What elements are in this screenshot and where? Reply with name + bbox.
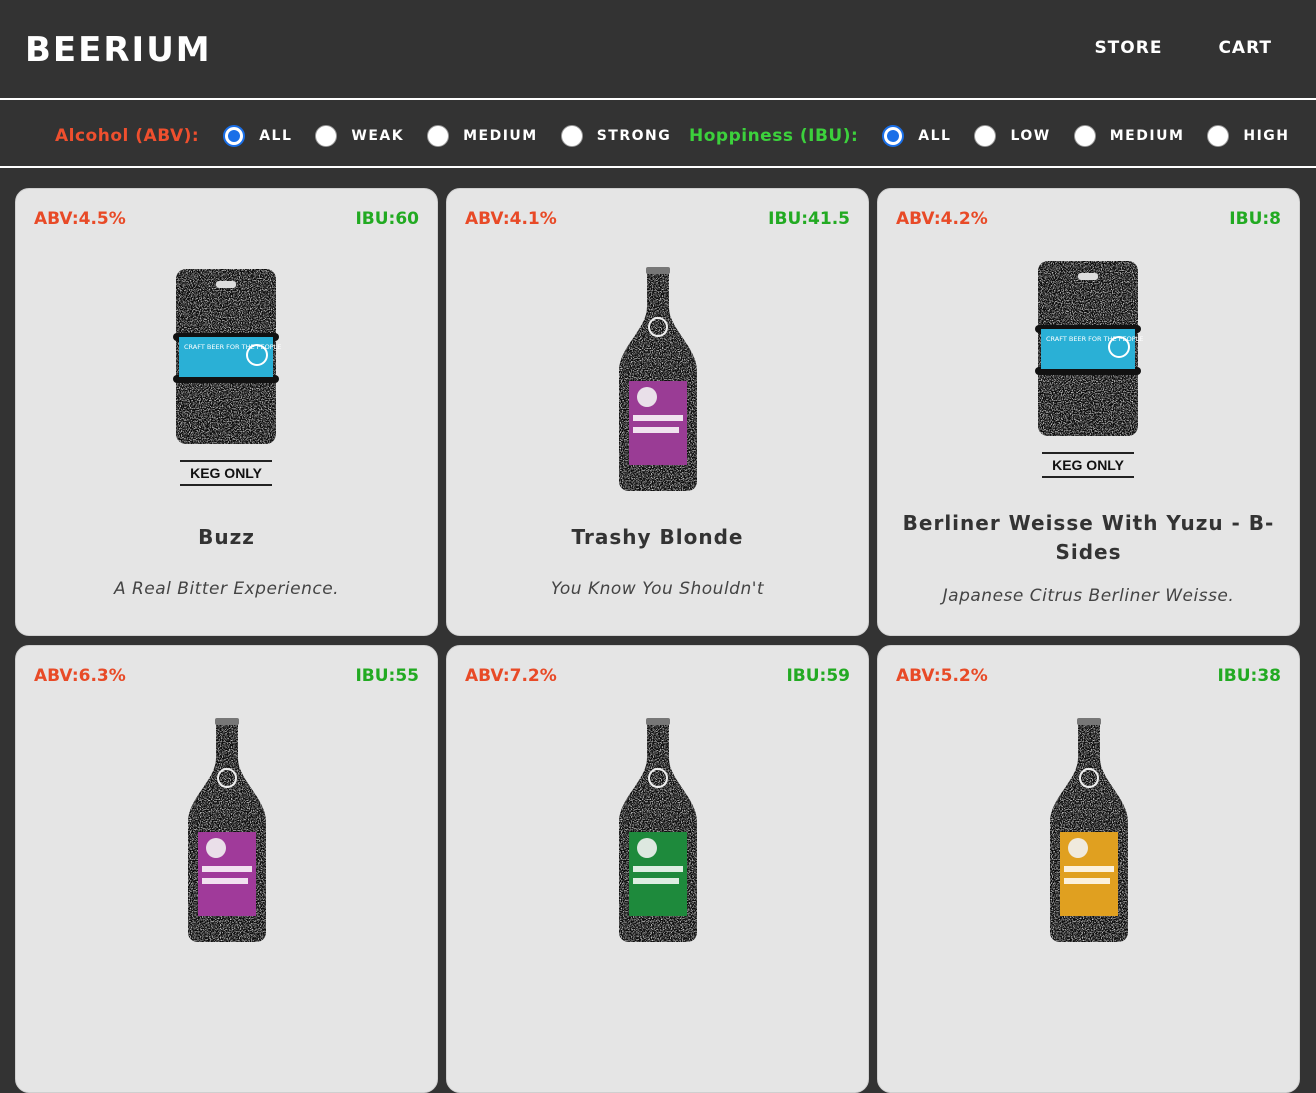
keg-label-text: CRAFT BEER FOR THE PEOPLE (184, 343, 281, 351)
beer-card[interactable]: ABV:7.2% IBU:59 (446, 645, 869, 1093)
ibu-option-medium[interactable]: MEDIUM (1073, 125, 1185, 147)
abv-value: ABV:6.3% (34, 666, 126, 686)
keg-only-text: KEG ONLY (1052, 457, 1124, 473)
site-header: BEERIUM STORE CART (0, 0, 1316, 100)
beer-card[interactable]: ABV:5.2% IBU:38 (877, 645, 1300, 1093)
ibu-value: IBU:38 (1217, 666, 1281, 686)
abv-option-medium[interactable]: MEDIUM (427, 125, 538, 147)
beer-card[interactable]: ABV:4.1% IBU:41.5 Trashy Blonde You Know Y… (446, 188, 869, 636)
radio-button[interactable] (974, 125, 997, 147)
option-label: LOW (1010, 128, 1051, 144)
ibu-filter-label: Hoppiness (IBU): (689, 126, 859, 146)
abv-filter-label: Alcohol (ABV): (55, 126, 200, 146)
beer-tagline: You Know You Shouldn't (550, 579, 765, 599)
option-label: ALL (259, 128, 293, 144)
radio-button[interactable] (427, 125, 450, 147)
ibu-value: IBU:8 (1229, 209, 1281, 229)
keg-label-text: CRAFT BEER FOR THE PEOPLE (1046, 335, 1143, 343)
ibu-option-high[interactable]: HIGH (1207, 125, 1289, 147)
nav-store-link[interactable]: STORE (1094, 38, 1162, 58)
beer-tagline: Japanese Citrus Berliner Weisse. (942, 586, 1235, 606)
beer-card[interactable]: ABV:4.5% IBU:60 CRAFT BEER FOR THE PEOPLE… (15, 188, 438, 636)
keg-icon: CRAFT BEER FOR THE PEOPLE KEG ONLY (173, 269, 281, 486)
radio-button[interactable] (560, 125, 583, 147)
beer-image (447, 255, 868, 495)
beer-name[interactable]: Trashy Blonde (467, 523, 848, 552)
option-label: HIGH (1243, 128, 1290, 144)
abv-filter-group: Alcohol (ABV): ALL WEAK MEDIUM STRONG (55, 122, 694, 150)
abv-value: ABV:7.2% (465, 666, 557, 686)
ibu-value: IBU:59 (786, 666, 850, 686)
option-label: ALL (918, 128, 952, 144)
beer-tagline: A Real Bitter Experience. (113, 579, 340, 599)
main-nav: STORE CART (1094, 38, 1272, 58)
filter-bar: Alcohol (ABV): ALL WEAK MEDIUM STRONG Ho… (0, 102, 1316, 168)
keg-icon: CRAFT BEER FOR THE PEOPLE KEG ONLY (1035, 261, 1143, 478)
abv-option-weak[interactable]: WEAK (315, 125, 404, 147)
beer-name[interactable]: Berliner Weisse With Yuzu - B-Sides (898, 509, 1279, 567)
ibu-value: IBU:55 (355, 666, 419, 686)
site-logo[interactable]: BEERIUM (25, 30, 212, 70)
ibu-filter-group: Hoppiness (IBU): ALL LOW MEDIUM HIGH (689, 122, 1313, 150)
abv-value: ABV:4.1% (465, 209, 557, 229)
beer-name[interactable]: Buzz (36, 523, 417, 552)
option-label: WEAK (351, 128, 405, 144)
bottle-icon (1050, 718, 1128, 942)
beer-image: CRAFT BEER FOR THE PEOPLE KEG ONLY (16, 255, 437, 495)
beer-image: CRAFT BEER FOR THE PEOPLE KEG ONLY (878, 247, 1299, 487)
abv-option-all[interactable]: ALL (223, 125, 292, 147)
abv-option-strong[interactable]: STRONG (560, 125, 672, 147)
radio-button[interactable] (882, 125, 905, 147)
ibu-option-all[interactable]: ALL (882, 125, 951, 147)
bottle-icon (619, 267, 697, 491)
ibu-value: IBU:60 (355, 209, 419, 229)
beer-card[interactable]: ABV:6.3% IBU:55 (15, 645, 438, 1093)
radio-button[interactable] (315, 125, 338, 147)
abv-value: ABV:4.2% (896, 209, 988, 229)
ibu-value: IBU:41.5 (768, 209, 850, 229)
radio-button[interactable] (223, 125, 246, 147)
nav-cart-link[interactable]: CART (1218, 38, 1272, 58)
option-label: STRONG (596, 128, 672, 144)
radio-button[interactable] (1073, 125, 1096, 147)
beer-image (447, 706, 868, 946)
beer-image (878, 706, 1299, 946)
bottle-icon (188, 718, 266, 942)
beer-image (16, 706, 437, 946)
abv-value: ABV:5.2% (896, 666, 988, 686)
beer-card[interactable]: ABV:4.2% IBU:8 CRAFT BEER FOR THE PEOPLE … (877, 188, 1300, 636)
keg-only-text: KEG ONLY (190, 465, 262, 481)
option-label: MEDIUM (1109, 128, 1185, 144)
option-label: MEDIUM (463, 128, 538, 144)
ibu-option-low[interactable]: LOW (974, 125, 1050, 147)
bottle-icon (619, 718, 697, 942)
abv-value: ABV:4.5% (34, 209, 126, 229)
radio-button[interactable] (1207, 125, 1230, 147)
